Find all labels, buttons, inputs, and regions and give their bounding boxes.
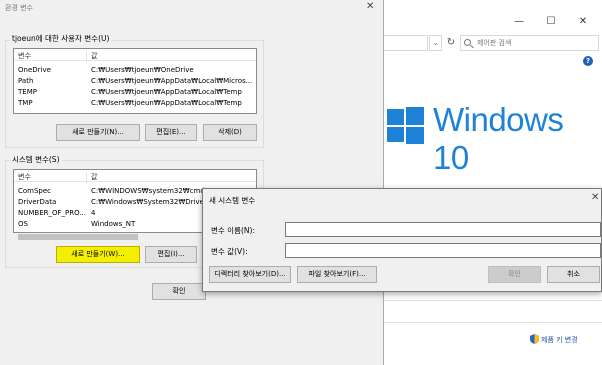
system-edit-button[interactable]: 편집(I)...	[145, 246, 197, 263]
variable-name-field[interactable]	[285, 222, 601, 237]
windows-brand-text: Windows 10	[433, 101, 564, 176]
divider	[376, 322, 602, 323]
search-placeholder: 제어판 검색	[477, 39, 512, 47]
var-name: TEMP	[18, 88, 37, 96]
search-icon	[464, 39, 471, 46]
var-name: DriverData	[18, 198, 57, 206]
ok-button[interactable]: 확인	[152, 283, 206, 300]
new-system-variable-dialog: 새 시스템 변수 ✕ 변수 이름(N): 변수 값(V): 디렉터리 찾아보기(…	[202, 188, 602, 292]
var-value: C:₩Users₩tjoeun₩OneDrive	[91, 66, 194, 74]
user-variables-list[interactable]: 변수 값 OneDrive C:₩Users₩tjoeun₩OneDrive P…	[13, 48, 257, 114]
user-variables-label: tjoeun에 대한 사용자 변수(U)	[10, 33, 112, 44]
variable-value-label: 변수 값(V):	[211, 247, 248, 256]
var-name: OneDrive	[18, 66, 51, 74]
scrollbar-thumb[interactable]	[18, 234, 138, 240]
footer-links: 제품 키 변경	[376, 300, 602, 365]
cancel-button[interactable]: 취소	[547, 266, 600, 283]
close-icon[interactable]: ✕	[591, 192, 599, 203]
var-value: C:₩Users₩tjoeun₩AppData₩Local₩Temp	[91, 99, 242, 107]
var-value: C:₩Users₩tjoeun₩AppData₩Local₩Temp	[91, 88, 242, 96]
user-new-button[interactable]: 새로 만들기(N)...	[56, 124, 140, 141]
user-delete-button[interactable]: 삭제(D)	[203, 124, 257, 141]
close-icon[interactable]: ✕	[366, 1, 374, 12]
chevron-down-icon[interactable]: ⌄	[429, 35, 442, 51]
help-icon[interactable]: ?	[583, 56, 593, 66]
maximize-button[interactable]: ☐	[536, 14, 566, 30]
list-header: 변수 값	[14, 170, 256, 184]
dialog-title: 환경 변수	[5, 4, 33, 12]
variable-name-label: 변수 이름(N):	[211, 226, 255, 235]
user-edit-button[interactable]: 편집(E)...	[145, 124, 197, 141]
var-name: ComSpec	[18, 187, 52, 195]
close-button[interactable]: ✕	[568, 14, 598, 30]
control-panel-titlebar: — ☐ ✕	[376, 10, 602, 34]
system-new-button[interactable]: 새로 만들기(W)...	[56, 246, 140, 263]
environment-variables-dialog: 환경 변수 ✕ tjoeun에 대한 사용자 변수(U) 변수 값 OneDri…	[0, 0, 384, 365]
windows-logo-icon	[387, 107, 424, 144]
divider	[376, 300, 602, 301]
var-value: C:₩Users₩tjoeun₩AppData₩Local₩Micros...	[91, 77, 253, 85]
list-item[interactable]: TMP C:₩Users₩tjoeun₩AppData₩Local₩Temp	[14, 98, 256, 109]
var-name: TMP	[18, 99, 33, 107]
column-header-value[interactable]: 값	[91, 172, 97, 182]
browse-file-button[interactable]: 파일 찾아보기(F)...	[297, 266, 377, 283]
column-header-name[interactable]: 변수	[18, 172, 31, 182]
var-name: Path	[18, 77, 34, 85]
browse-directory-button[interactable]: 디렉터리 찾아보기(D)...	[209, 266, 291, 283]
system-variables-label: 시스템 변수(S)	[10, 154, 62, 165]
shield-icon	[530, 334, 539, 344]
column-header-name[interactable]: 변수	[18, 51, 31, 61]
list-header: 변수 값	[14, 49, 256, 63]
address-row: ⌄ ↻ 제어판 검색	[376, 34, 602, 52]
var-name: NUMBER_OF_PRO...	[18, 209, 87, 217]
list-item[interactable]: TEMP C:₩Users₩tjoeun₩AppData₩Local₩Temp	[14, 87, 256, 98]
list-item[interactable]: OneDrive C:₩Users₩tjoeun₩OneDrive	[14, 65, 256, 76]
change-product-key-link[interactable]: 제품 키 변경	[541, 335, 578, 345]
variable-value-field[interactable]	[285, 243, 601, 258]
control-panel-window: — ☐ ✕ ⌄ ↻ 제어판 검색 ? Windows 10 제품 키 변경	[376, 0, 602, 365]
refresh-icon[interactable]: ↻	[444, 35, 458, 51]
ok-button[interactable]: 확인	[488, 266, 541, 283]
search-input[interactable]: 제어판 검색	[460, 35, 599, 51]
var-name: OS	[18, 220, 28, 228]
dialog-title: 새 시스템 변수	[209, 196, 256, 205]
minimize-button[interactable]: —	[504, 14, 534, 30]
column-header-value[interactable]: 값	[91, 51, 97, 61]
list-item[interactable]: Path C:₩Users₩tjoeun₩AppData₩Local₩Micro…	[14, 76, 256, 87]
